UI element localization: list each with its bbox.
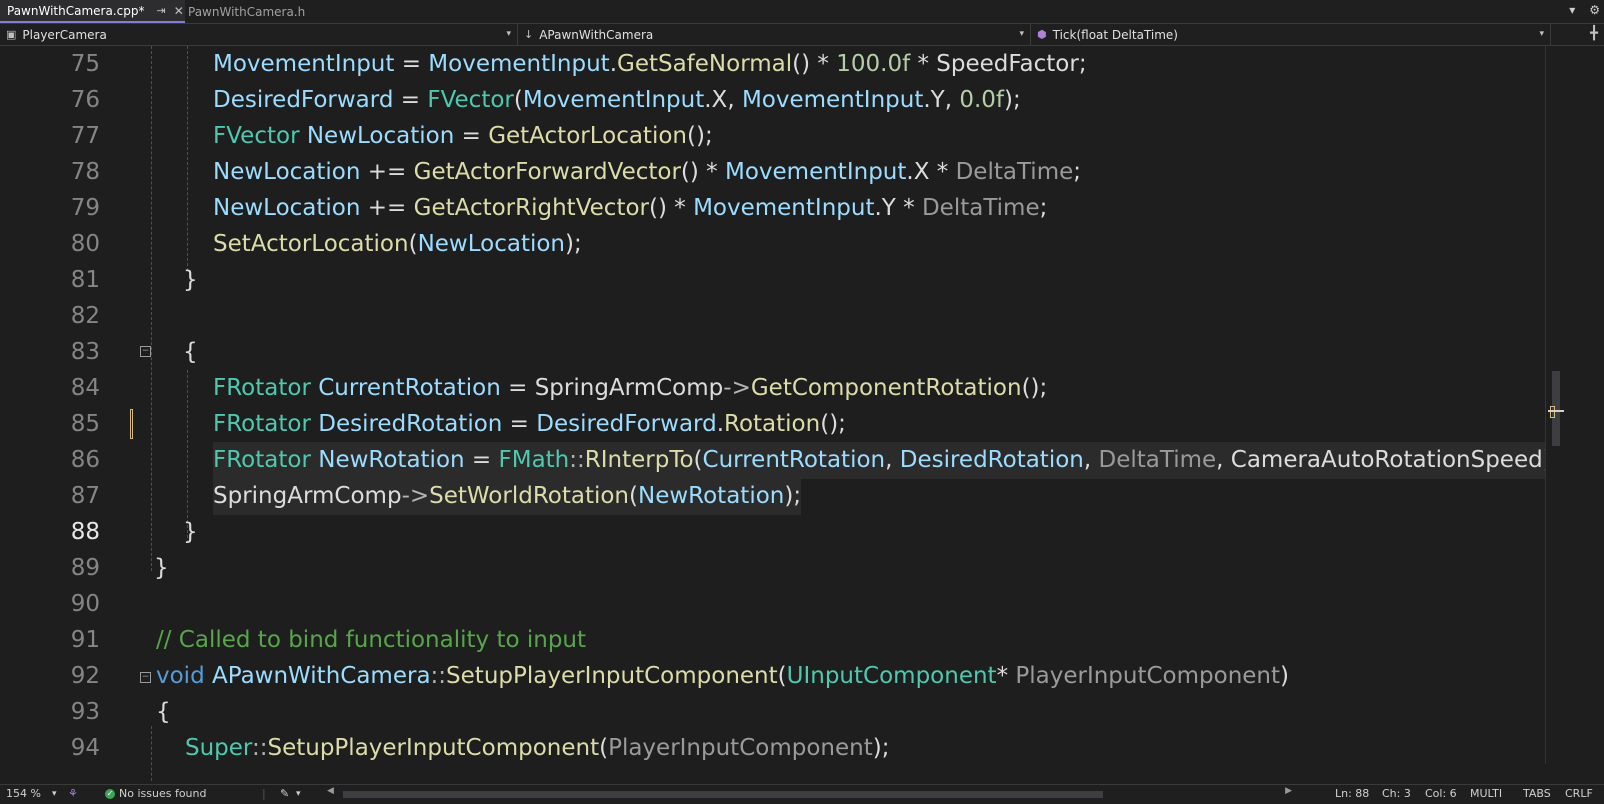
project-icon: ▣	[6, 28, 17, 41]
tab-bar-controls: ▾ ⚙	[1569, 3, 1600, 17]
line-ending-indicator[interactable]: CRLF	[1565, 787, 1593, 800]
indent-indicator[interactable]: TABS	[1523, 787, 1551, 800]
dropdown-icon[interactable]: ▾	[296, 789, 301, 799]
project-dropdown[interactable]: ▣ PlayerCamera ▾	[0, 24, 518, 45]
code-line[interactable]: NewLocation += GetActorRightVector() * M…	[213, 190, 1047, 227]
code-line[interactable]: FRotator CurrentRotation = SpringArmComp…	[213, 370, 1047, 407]
scroll-left-icon[interactable]: ◀	[327, 786, 334, 796]
tab-list-dropdown-icon[interactable]: ▾	[1569, 3, 1575, 17]
change-marker	[130, 409, 133, 439]
class-dropdown[interactable]: ↓ APawnWithCamera ▾	[518, 24, 1031, 45]
status-bar: 154 % ▾ ⚘ ✓ No issues found | ✎ ▾ ◀ ▶ Ln:…	[0, 784, 1604, 804]
line-number: 90	[70, 591, 100, 617]
line-number: 83	[70, 339, 100, 365]
project-label: PlayerCamera	[22, 27, 107, 42]
dropdown-icon: ▾	[1019, 29, 1024, 39]
line-number: 76	[70, 87, 100, 113]
navigation-bar: ▣ PlayerCamera ▾ ↓ APawnWithCamera ▾ ⬢ T…	[0, 24, 1604, 46]
tab-pawnwithcamera-cpp[interactable]: PawnWithCamera.cpp* ⇥ ✕	[0, 0, 185, 23]
indent-guide	[187, 46, 188, 271]
collapse-icon[interactable]: −	[140, 346, 151, 357]
indent-guide	[151, 726, 152, 783]
encoding-indicator[interactable]: MULTI	[1470, 787, 1502, 800]
line-number: 89	[70, 555, 100, 581]
method-icon: ⬢	[1037, 28, 1047, 41]
code-line-selected[interactable]: SpringArmComp->SetWorldRotation(NewRotat…	[213, 478, 802, 515]
line-number: 93	[70, 699, 100, 725]
member-label: Tick(float DeltaTime)	[1052, 27, 1178, 42]
vertical-scrollbar[interactable]	[1545, 46, 1566, 764]
zoom-dropdown-icon[interactable]: ▾	[52, 789, 57, 799]
document-tab-bar: PawnWithCamera.cpp* ⇥ ✕ PawnWithCamera.h…	[0, 0, 1604, 24]
collapse-icon[interactable]: −	[140, 672, 151, 683]
code-line[interactable]: MovementInput = MovementInput.GetSafeNor…	[213, 46, 1087, 83]
line-number: 78	[70, 159, 100, 185]
arrow-right-icon[interactable]: ▶	[1285, 786, 1292, 796]
caret-position-marker	[1548, 410, 1564, 412]
code-line-selected[interactable]: FRotator NewRotation = FMath::RInterpTo(…	[213, 442, 1560, 479]
code-line[interactable]: void APawnWithCamera::SetupPlayerInputCo…	[156, 658, 1289, 695]
code-line[interactable]: FVector NewLocation = GetActorLocation()…	[213, 118, 713, 155]
line-number: 92	[70, 663, 100, 689]
line-number: 77	[70, 123, 100, 149]
split-icon[interactable]: ╋	[1590, 26, 1598, 41]
column-indicator[interactable]: Col: 6	[1425, 787, 1457, 800]
line-number: 84	[70, 375, 100, 401]
line-number: 85	[70, 411, 100, 437]
code-line[interactable]: FRotator DesiredRotation = DesiredForwar…	[213, 406, 846, 443]
line-number: 94	[70, 735, 100, 761]
dropdown-icon: ▾	[506, 29, 511, 39]
line-number: 86	[70, 447, 100, 473]
pin-icon[interactable]: ⇥	[156, 4, 165, 17]
line-number: 80	[70, 231, 100, 257]
change-map-marker	[1550, 406, 1555, 418]
horizontal-scrollbar-thumb[interactable]	[343, 791, 1103, 798]
current-line-number: 88	[70, 519, 100, 545]
tab-pawnwithcamera-h[interactable]: PawnWithCamera.h	[185, 0, 338, 23]
code-line[interactable]: NewLocation += GetActorForwardVector() *…	[213, 154, 1081, 191]
char-indicator[interactable]: Ch: 3	[1382, 787, 1411, 800]
settings-icon[interactable]: ⚙	[1589, 3, 1600, 17]
line-number: 75	[70, 51, 100, 77]
code-line[interactable]: DesiredForward = FVector(MovementInput.X…	[213, 82, 1021, 119]
code-line[interactable]: {	[183, 334, 198, 371]
issues-label: No issues found	[119, 787, 207, 800]
member-dropdown[interactable]: ⬢ Tick(float DeltaTime) ▾	[1031, 24, 1551, 45]
code-line[interactable]: }	[154, 550, 169, 587]
line-number: 82	[70, 303, 100, 329]
code-line[interactable]: }	[183, 262, 198, 299]
line-indicator[interactable]: Ln: 88	[1335, 787, 1369, 800]
copilot-icon[interactable]: ⚘	[68, 787, 78, 800]
close-icon[interactable]: ✕	[174, 4, 184, 18]
line-number: 79	[70, 195, 100, 221]
dropdown-icon: ▾	[1539, 29, 1544, 39]
code-line[interactable]: Super::SetupPlayerInputComponent(PlayerI…	[185, 730, 889, 767]
issues-indicator[interactable]: ✓ No issues found	[105, 787, 206, 800]
class-icon: ↓	[524, 28, 534, 41]
class-label: APawnWithCamera	[539, 27, 654, 42]
line-number: 87	[70, 483, 100, 509]
line-number: 81	[70, 267, 100, 293]
separator: |	[262, 787, 266, 800]
check-icon: ✓	[105, 789, 115, 799]
code-line-current[interactable]: }	[183, 514, 198, 551]
code-editor[interactable]: − − 75 76 77 78 79 80 81 82 83 84 85 86 …	[0, 46, 1585, 783]
code-line[interactable]: {	[156, 694, 171, 731]
code-line[interactable]: // Called to bind functionality to input	[156, 622, 586, 659]
tab-label: PawnWithCamera.h	[188, 4, 306, 19]
brush-icon[interactable]: ✎	[280, 787, 289, 800]
code-line[interactable]: SetActorLocation(NewLocation);	[213, 226, 582, 263]
zoom-level[interactable]: 154 %	[6, 787, 41, 800]
horizontal-scrollbar[interactable]: ◀ ▶	[325, 786, 1300, 799]
tab-label: PawnWithCamera.cpp*	[7, 3, 145, 18]
line-number: 91	[70, 627, 100, 653]
indent-guide	[151, 46, 152, 571]
